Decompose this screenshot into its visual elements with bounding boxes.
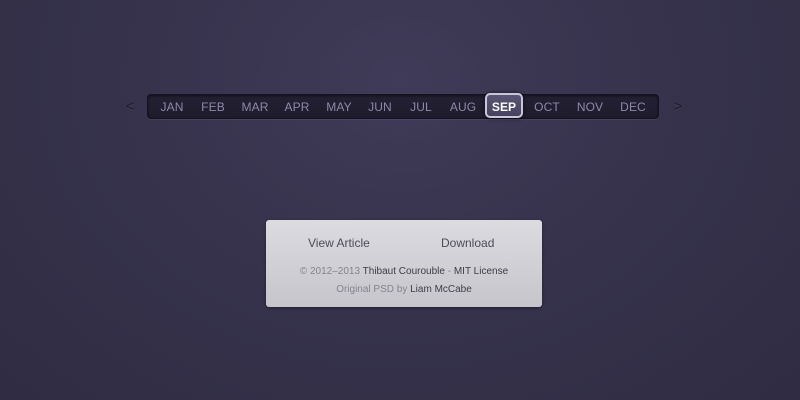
view-article-link[interactable]: View Article bbox=[308, 236, 370, 250]
license-link[interactable]: MIT License bbox=[454, 266, 508, 277]
psd-author-link[interactable]: Liam McCabe bbox=[410, 284, 472, 295]
psd-credit-text: Original PSD by bbox=[336, 284, 408, 295]
download-link[interactable]: Download bbox=[441, 236, 494, 250]
copyright-line: © 2012–2013 Thibaut Courouble - MIT Lice… bbox=[266, 266, 542, 277]
author-link[interactable]: Thibaut Courouble bbox=[363, 266, 445, 277]
month-selector-bar: JAN FEB MAR APR MAY JUN JUL AUG SEP OCT … bbox=[147, 93, 659, 119]
month-jan[interactable]: JAN bbox=[158, 95, 186, 118]
month-aug[interactable]: AUG bbox=[448, 95, 478, 118]
month-nov[interactable]: NOV bbox=[576, 95, 604, 118]
next-month-arrow[interactable]: > bbox=[671, 97, 685, 117]
credit-separator: - bbox=[447, 266, 452, 277]
copyright-text: © 2012–2013 bbox=[299, 266, 361, 277]
month-feb[interactable]: FEB bbox=[199, 95, 227, 118]
month-mar[interactable]: MAR bbox=[240, 95, 270, 118]
month-jul[interactable]: JUL bbox=[408, 95, 434, 118]
month-oct[interactable]: OCT bbox=[533, 95, 561, 118]
month-may[interactable]: MAY bbox=[324, 95, 354, 118]
prev-month-arrow[interactable]: < bbox=[123, 97, 137, 117]
psd-credit-line: Original PSD by Liam McCabe bbox=[266, 284, 542, 295]
month-sep-selected[interactable]: SEP bbox=[485, 93, 523, 118]
month-jun[interactable]: JUN bbox=[366, 95, 394, 118]
month-dec[interactable]: DEC bbox=[619, 95, 647, 118]
month-apr[interactable]: APR bbox=[283, 95, 311, 118]
footer-card: View Article Download © 2012–2013 Thibau… bbox=[266, 220, 542, 307]
